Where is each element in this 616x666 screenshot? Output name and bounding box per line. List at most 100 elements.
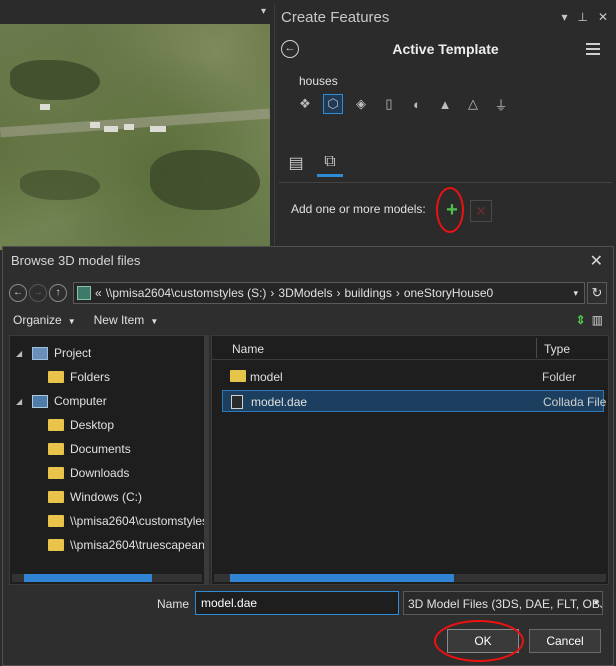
- breadcrumb-drive[interactable]: \\pmisa2604\customstyles (S:): [106, 286, 267, 300]
- cancel-button[interactable]: Cancel: [529, 629, 601, 653]
- organize-menu[interactable]: Organize ▼: [13, 313, 76, 327]
- cylinder-tool-icon[interactable]: ▯: [379, 94, 399, 114]
- map-view[interactable]: [0, 0, 270, 250]
- tree-item-downloads[interactable]: Downloads: [48, 462, 129, 484]
- tree-item-desktop[interactable]: Desktop: [48, 414, 114, 436]
- new-item-label: New Item: [93, 313, 145, 327]
- folder-icon: [48, 467, 64, 479]
- breadcrumb-separator: ›: [336, 286, 341, 300]
- breadcrumb-separator: ›: [270, 286, 275, 300]
- view-mode-icon[interactable]: ▥: [592, 313, 603, 327]
- pane-splitter[interactable]: [205, 335, 209, 585]
- caret-down-icon: ▼: [67, 317, 76, 326]
- forward-arrow-icon[interactable]: →: [29, 284, 47, 302]
- navigation-bar: ← → ↑ « \\pmisa2604\customstyles (S:) › …: [9, 282, 607, 304]
- chevron-down-icon[interactable]: ▾: [567, 288, 584, 299]
- caret-down-icon: ▼: [150, 317, 159, 326]
- navigation-tree[interactable]: ◢ Project Folders ◢ Computer Desktop Docum…: [9, 335, 205, 585]
- tree-item-folders[interactable]: Folders: [48, 366, 110, 388]
- pyramid-tool-icon[interactable]: △: [463, 94, 483, 114]
- expander-icon[interactable]: ◢: [16, 397, 26, 406]
- tree-label: \\pmisa2604\customstyles (S:): [70, 514, 204, 528]
- pin-icon[interactable]: ⊥: [577, 10, 587, 24]
- sphere-tool-icon[interactable]: ◐: [407, 94, 427, 114]
- folder-icon: [48, 371, 64, 383]
- model-tool-icon[interactable]: ⬡: [323, 94, 343, 114]
- tree-item-customstyles[interactable]: \\pmisa2604\customstyles (S:): [48, 510, 204, 532]
- construction-tools: ❖ ⬡ ◈ ▯ ◐ ▲ △ ⏚: [295, 94, 511, 114]
- pane-controls: ▾ ⊥ ✕: [561, 10, 608, 24]
- remove-model-button[interactable]: ✕: [470, 200, 492, 222]
- models-tab-icon[interactable]: ⧉: [317, 149, 343, 177]
- annotation-circle: [434, 620, 524, 662]
- tapered-tool-icon[interactable]: ⏚: [491, 94, 511, 114]
- column-header-name[interactable]: Name: [232, 342, 264, 356]
- breadcrumb-onestoryhouse0[interactable]: oneStoryHouse0: [404, 286, 493, 300]
- folder-icon: [48, 443, 64, 455]
- address-overflow[interactable]: «: [95, 286, 102, 300]
- file-name-input[interactable]: [195, 591, 399, 615]
- address-bar[interactable]: « \\pmisa2604\customstyles (S:) › 3DMode…: [73, 282, 585, 304]
- tree-label: Desktop: [70, 418, 115, 432]
- sort-arrows-icon[interactable]: ⇕: [576, 313, 586, 327]
- tree-item-documents[interactable]: Documents: [48, 438, 131, 460]
- file-name: model.dae: [251, 395, 308, 409]
- cube-tool-icon[interactable]: ◈: [351, 94, 371, 114]
- tree-horizontal-scrollbar[interactable]: [12, 574, 202, 582]
- tree-item-truescape[interactable]: \\pmisa2604\truescapeanalysis: [48, 534, 204, 556]
- back-arrow-icon[interactable]: ←: [9, 284, 27, 302]
- tree-item-computer[interactable]: ◢ Computer: [16, 390, 107, 412]
- tree-label: Project: [54, 346, 92, 360]
- breadcrumb-buildings[interactable]: buildings: [344, 286, 391, 300]
- close-icon[interactable]: ✕: [590, 251, 603, 271]
- files-horizontal-scrollbar[interactable]: [214, 574, 606, 582]
- scrollbar-thumb[interactable]: [24, 574, 152, 582]
- scrollbar-thumb[interactable]: [230, 574, 454, 582]
- new-item-menu[interactable]: New Item ▼: [94, 313, 159, 327]
- pane-title: Create Features: [281, 9, 390, 26]
- file-name: model: [250, 370, 283, 384]
- refresh-icon[interactable]: ↻: [587, 282, 607, 304]
- folder-location-icon: [77, 286, 91, 300]
- chevron-down-icon[interactable]: ▾: [261, 6, 266, 17]
- folder-icon: [48, 515, 64, 527]
- file-type: Collada File: [543, 395, 607, 409]
- column-header-type[interactable]: Type: [544, 342, 570, 356]
- file-row-selected[interactable]: model.dae Collada File: [222, 390, 607, 412]
- file-type-filter[interactable]: 3D Model Files (3DS, DAE, FLT, OBJ) ▾: [403, 591, 603, 615]
- attributes-tab-icon[interactable]: ▤: [283, 149, 309, 177]
- folder-icon: [230, 370, 246, 382]
- tree-label: Downloads: [70, 466, 130, 480]
- expander-icon[interactable]: ◢: [16, 349, 26, 358]
- active-template-heading: Active Template: [392, 41, 499, 57]
- map-tab-strip: ▾: [0, 0, 270, 24]
- column-divider[interactable]: [536, 338, 537, 358]
- tree-label: Computer: [54, 394, 107, 408]
- file-row[interactable]: model Folder: [222, 366, 604, 388]
- file-list[interactable]: Name Type model Folder model.dae Collada…: [211, 335, 609, 585]
- tree-label: Documents: [70, 442, 131, 456]
- breadcrumb-3dmodels[interactable]: 3DModels: [278, 286, 332, 300]
- divider: [279, 182, 612, 183]
- tree-item-project[interactable]: ◢ Project: [16, 342, 91, 364]
- point-tool-icon[interactable]: ❖: [295, 94, 315, 114]
- organize-label: Organize: [13, 313, 62, 327]
- document-icon: [231, 395, 243, 409]
- up-arrow-icon[interactable]: ↑: [49, 284, 67, 302]
- pane-menu-icon[interactable]: ▾: [561, 10, 567, 24]
- file-type-filter-value: 3D Model Files (3DS, DAE, FLT, OBJ): [408, 597, 603, 611]
- tree-item-windows[interactable]: Windows (C:): [48, 486, 142, 508]
- computer-icon: [32, 394, 48, 408]
- file-list-header: Name Type: [212, 336, 608, 360]
- annotation-circle: [436, 187, 464, 233]
- tree-label: \\pmisa2604\truescapeanalysis: [70, 538, 204, 552]
- file-name-label: Name: [157, 597, 190, 611]
- tree-label: Folders: [70, 370, 111, 384]
- dialog-toolbar: Organize ▼ New Item ▼: [13, 313, 158, 327]
- browse-dialog: Browse 3D model files ✕ ← → ↑ « \\pmisa2…: [2, 246, 614, 666]
- tree-label: Windows (C:): [70, 490, 143, 504]
- close-icon[interactable]: ✕: [598, 10, 608, 24]
- hamburger-menu-icon[interactable]: [586, 43, 600, 58]
- project-icon: [32, 346, 48, 360]
- cone-tool-icon[interactable]: ▲: [435, 94, 455, 114]
